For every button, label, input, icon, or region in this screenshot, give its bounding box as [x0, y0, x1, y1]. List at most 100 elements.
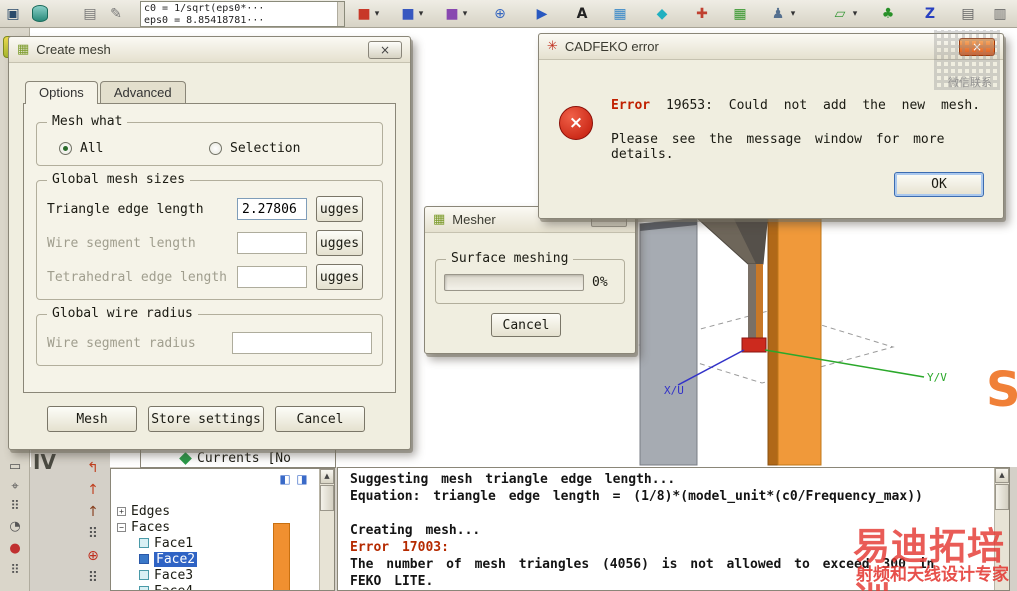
expand-icon[interactable]: + — [117, 506, 126, 516]
error-titlebar[interactable]: ✳ CADFEKO error × — [539, 34, 1003, 60]
scroll-thumb[interactable] — [995, 484, 1009, 510]
chevron-down-icon[interactable]: ▾ — [850, 9, 860, 19]
surface-meshing-group: Surface meshing 0% — [435, 251, 625, 304]
tree-label: Face1 — [154, 535, 194, 551]
antenna-model[interactable] — [639, 211, 822, 466]
message-error-line: Error 17003: — [350, 540, 449, 555]
cancel-button[interactable]: Cancel — [491, 313, 561, 337]
add-point-icon[interactable]: ⊕ — [83, 546, 103, 566]
tree-tool-icon[interactable]: ◧ — [278, 472, 292, 486]
radio-button-icon[interactable] — [59, 141, 72, 155]
grid-icon[interactable]: ▦ — [730, 4, 750, 24]
message-line: FEKO LITE. — [350, 574, 434, 589]
tetrahedral-edge-length-row: Tetrahedral edge length ugges — [47, 264, 372, 290]
scroll-up-icon[interactable]: ▲ — [995, 468, 1009, 483]
tree-item-faces[interactable]: − Faces — [117, 519, 334, 535]
create-mesh-titlebar[interactable]: ▦ Create mesh × — [9, 37, 410, 63]
rotate-tool-icon[interactable]: ◔ — [6, 518, 24, 536]
store-settings-button[interactable]: Store settings — [148, 406, 264, 432]
ray-icon[interactable]: ▶ — [532, 4, 552, 24]
up-arrow-icon[interactable]: ↑ — [83, 502, 103, 522]
up-arrow-icon[interactable]: ↑ — [83, 480, 103, 500]
suggest-button[interactable]: ugges — [316, 196, 363, 222]
suggest-button[interactable]: ugges — [316, 230, 363, 256]
error-message-line2: Please see the message window for more d… — [611, 132, 945, 162]
tree-item-face2[interactable]: Face2 — [117, 551, 334, 567]
scroll-up-icon[interactable]: ▲ — [320, 469, 334, 484]
label-icon[interactable]: A — [572, 4, 592, 24]
chevron-down-icon[interactable]: ▾ — [372, 9, 382, 19]
main-toolbar: ▣ ▤ ✎ c0 = 1/sqrt(eps0*··· eps0 = 8.8541… — [0, 0, 1017, 28]
face-icon — [139, 570, 149, 580]
radio-selection[interactable]: Selection — [209, 141, 300, 156]
ok-button[interactable]: OK — [894, 172, 984, 197]
redo-arrow-icon[interactable]: ↰ — [83, 458, 103, 478]
wire-segment-radius-input — [232, 332, 372, 354]
chevron-down-icon[interactable]: ▾ — [788, 9, 798, 19]
meshing-progress-bar — [444, 274, 584, 291]
scroll-thumb[interactable] — [320, 485, 334, 511]
progress-percent: 0% — [592, 275, 608, 290]
user-icon[interactable]: ♟ — [768, 4, 788, 24]
z-axis-icon[interactable]: Z — [920, 4, 940, 24]
tree-label: Face2 — [154, 551, 198, 567]
diamond-icon[interactable]: ◆ — [652, 4, 672, 24]
axes-icon[interactable]: ✚ — [692, 4, 712, 24]
radio-all[interactable]: All — [59, 141, 209, 156]
wire-sphere-icon[interactable]: ⊕ — [490, 4, 510, 24]
tab-options[interactable]: Options — [25, 81, 98, 104]
variables-display[interactable]: c0 = 1/sqrt(eps0*··· eps0 = 8.85418781··… — [140, 1, 345, 27]
cancel-button[interactable]: Cancel — [275, 406, 365, 432]
cylinder-primitive-icon[interactable] — [32, 5, 48, 22]
mesh-dots-icon[interactable]: ⠿ — [6, 562, 24, 580]
app-icon[interactable]: ▣ — [3, 4, 23, 24]
subtract-cube-icon[interactable]: ■ — [398, 4, 418, 24]
grid-dots-icon[interactable]: ⠿ — [6, 498, 24, 516]
image-view-icon[interactable]: ▦ — [610, 4, 630, 24]
points-tool-icon[interactable]: ● — [6, 540, 24, 558]
field-label: Tetrahedral edge length — [47, 269, 228, 285]
close-icon[interactable]: × — [368, 40, 402, 59]
target-tool-icon[interactable]: ⌖ — [6, 478, 24, 496]
intersect-cube-icon[interactable]: ■ — [442, 4, 462, 24]
tree-item-face1[interactable]: Face1 — [117, 535, 334, 551]
tree-item-currents[interactable]: Currents [No — [140, 449, 336, 468]
tree-tool-icon[interactable]: ◨ — [295, 472, 309, 486]
tree-item-face3[interactable]: Face3 — [117, 567, 334, 583]
wire-segment-length-row: Wire segment length ugges — [47, 230, 372, 256]
edit-pencil-icon[interactable]: ✎ — [106, 4, 126, 24]
radio-button-icon[interactable] — [209, 141, 222, 155]
chevron-down-icon[interactable]: ▾ — [416, 9, 426, 19]
grid-dots-icon[interactable]: ⠿ — [83, 524, 103, 544]
message-window: Suggesting mesh triangle edge length... … — [337, 467, 1010, 591]
sketch-page-icon[interactable]: ▤ — [80, 4, 100, 24]
close-icon[interactable]: × — [959, 37, 995, 56]
film-icon[interactable]: ▤ — [958, 4, 978, 24]
film-icon[interactable]: ▥ — [990, 4, 1010, 24]
tree-item-edges[interactable]: + Edges — [117, 503, 334, 519]
wire-segment-length-input — [237, 232, 307, 254]
tree-label: Face4 — [154, 583, 194, 591]
currents-label: Currents [No — [197, 451, 291, 466]
collapse-icon[interactable]: − — [117, 522, 126, 532]
group-legend: Mesh what — [47, 114, 128, 129]
select-tool-icon[interactable]: ▭ — [6, 458, 24, 476]
workplane-icon[interactable]: ▱ — [830, 4, 850, 24]
mesh-button[interactable]: Mesh — [47, 406, 137, 432]
union-cube-icon[interactable]: ■ — [354, 4, 374, 24]
suggest-button[interactable]: ugges — [316, 264, 363, 290]
tree-item-face4[interactable]: Face4 — [117, 583, 334, 591]
axis-xu-label: X/U — [664, 384, 684, 397]
message-line: The number of mesh triangles (4056) is n… — [350, 557, 935, 572]
tree-scrollbar[interactable]: ▲ — [319, 469, 334, 590]
chevron-down-icon[interactable]: ▾ — [460, 9, 470, 19]
tree-view-icon[interactable]: ♣ — [878, 4, 898, 24]
group-legend: Global mesh sizes — [47, 172, 191, 187]
options-tab-panel: Mesh what All Selection Global mesh size… — [23, 103, 396, 393]
dock-label: IV — [33, 450, 56, 474]
mesh-dots-icon[interactable]: ⠿ — [83, 568, 103, 588]
message-scrollbar[interactable]: ▲ — [994, 468, 1009, 590]
triangle-edge-length-input[interactable] — [237, 198, 307, 220]
tab-advanced[interactable]: Advanced — [99, 81, 186, 103]
variables-scrollbar[interactable] — [337, 2, 344, 26]
